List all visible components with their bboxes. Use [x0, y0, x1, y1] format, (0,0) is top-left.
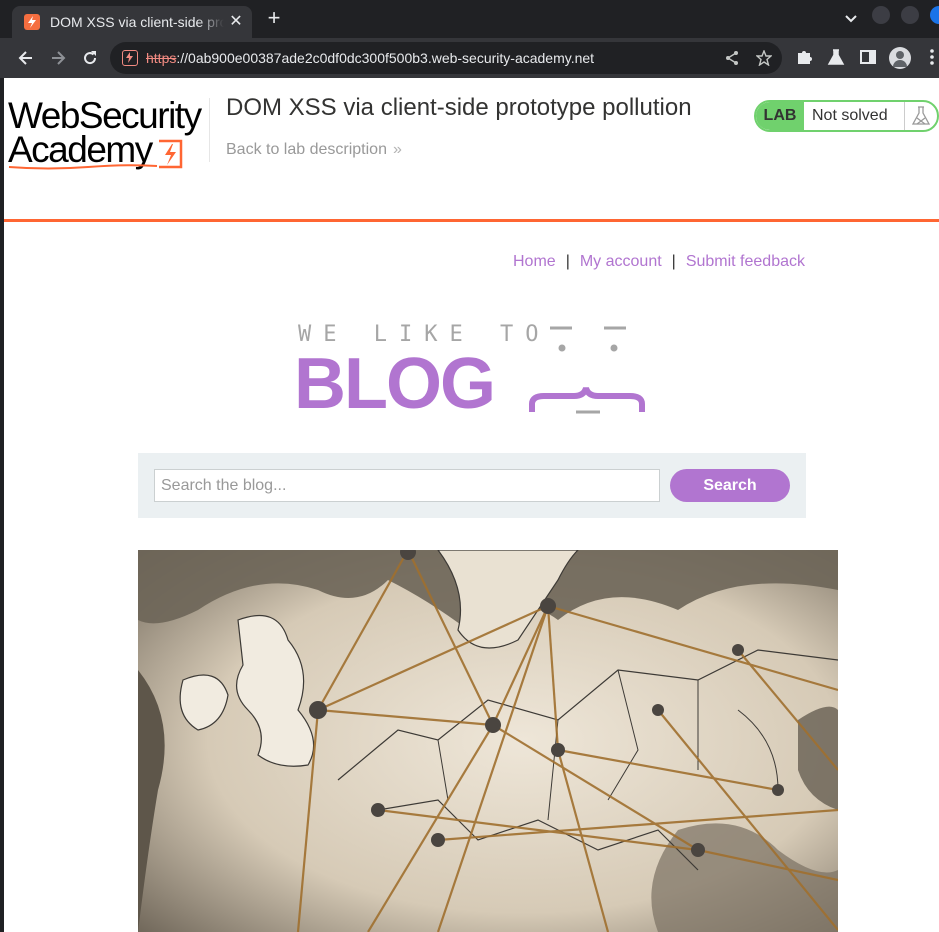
window-border — [0, 78, 4, 932]
arrow-left-icon[interactable] — [16, 48, 36, 68]
kebab-menu-icon[interactable] — [922, 48, 939, 68]
chevron-down-icon[interactable] — [843, 10, 859, 26]
web-security-academy-logo[interactable]: WebSecurity Academy — [8, 96, 208, 172]
new-tab-button[interactable]: + — [264, 7, 284, 29]
profile-icon[interactable] — [889, 47, 911, 69]
sidepanel-icon[interactable] — [858, 48, 878, 68]
nav-link-submit-feedback[interactable]: Submit feedback — [686, 253, 805, 270]
curly-brace-face-icon — [529, 326, 645, 414]
lab-title: DOM XSS via client-side prototype pollut… — [226, 94, 692, 121]
browser-toolbar: https://0ab900e00387ade2c0df0dc300f500b3… — [0, 38, 939, 78]
header-divider — [209, 98, 210, 162]
close-tab-icon[interactable]: ✕ — [228, 14, 244, 30]
nav-separator: | — [565, 253, 570, 270]
blog-post-image[interactable] — [138, 550, 838, 932]
lab-status-widget: LAB Not solved — [754, 100, 939, 132]
flask-icon — [904, 102, 937, 130]
blog-nav: Home | My account | Submit feedback — [513, 253, 805, 271]
header-separator — [4, 219, 939, 222]
nav-separator: | — [671, 253, 676, 270]
address-bar[interactable]: https://0ab900e00387ade2c0df0dc300f500b3… — [110, 42, 782, 74]
not-secure-icon[interactable] — [122, 50, 138, 66]
blog-logo: WE LIKE TO BLOG — [294, 320, 654, 424]
search-bar: Search — [138, 453, 806, 518]
reload-icon[interactable] — [80, 48, 100, 68]
lightning-bolt-icon — [24, 14, 40, 30]
search-input[interactable] — [154, 469, 660, 502]
nav-link-my-account[interactable]: My account — [580, 253, 662, 270]
nav-link-home[interactable]: Home — [513, 253, 556, 270]
arrow-right-icon[interactable] — [48, 48, 68, 68]
europe-map-string-image — [138, 550, 838, 932]
double-chevron-right-icon: » — [392, 141, 402, 158]
puzzle-icon[interactable] — [794, 48, 814, 68]
browser-tab[interactable]: DOM XSS via client-side prototype pollut… — [12, 6, 252, 38]
share-icon[interactable] — [724, 50, 740, 66]
url-text: https://0ab900e00387ade2c0df0dc300f500b3… — [146, 50, 594, 66]
flask-icon[interactable] — [826, 48, 846, 68]
window-maximize-button[interactable] — [901, 6, 919, 24]
window-close-button[interactable] — [930, 6, 939, 24]
url-host: ://0ab900e00387ade2c0df0dc300f500b3.web-… — [176, 50, 595, 66]
browser-tab-strip: DOM XSS via client-side prototype pollut… — [0, 0, 939, 38]
page-content: WebSecurity Academy DOM XSS via client-s… — [0, 78, 939, 932]
back-to-lab-description-link[interactable]: Back to lab description » — [226, 141, 402, 159]
window-minimize-button[interactable] — [872, 6, 890, 24]
search-button[interactable]: Search — [670, 469, 790, 502]
tab-title: DOM XSS via client-side prototype pollut… — [50, 14, 224, 30]
url-scheme: https — [146, 50, 177, 66]
back-link-label: Back to lab description — [226, 141, 387, 158]
lab-status-text: Not solved — [812, 107, 888, 124]
blog-logo-word: BLOG — [294, 344, 496, 424]
lightning-bolt-icon — [159, 139, 183, 169]
lab-badge: LAB — [756, 102, 804, 130]
star-icon[interactable] — [755, 49, 773, 67]
logo-underline — [8, 164, 158, 170]
